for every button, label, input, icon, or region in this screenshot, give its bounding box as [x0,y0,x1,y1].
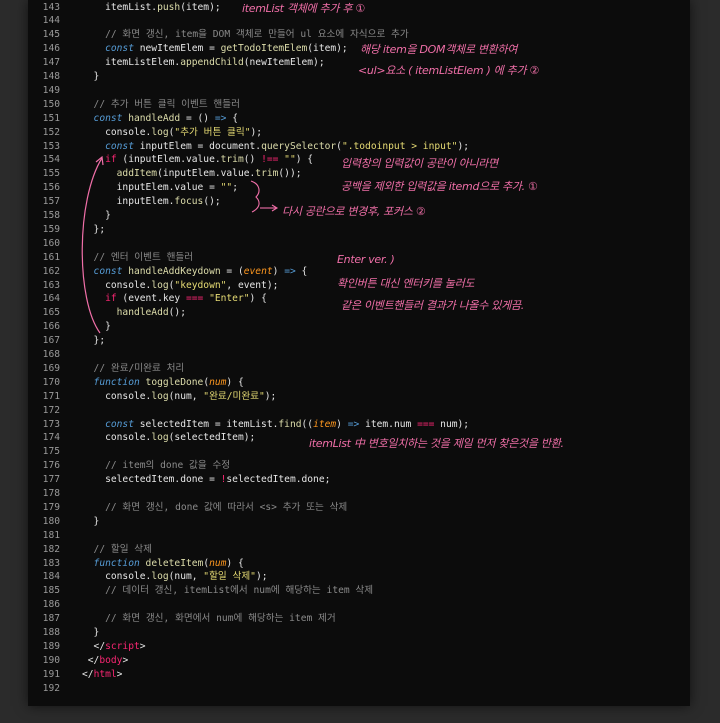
annotation-trim-2: 공백을 제외한 입력값을 itemd으로 추가. ① [341,180,538,193]
annotation-trim-1: 입력창의 입력값이 공란이 아니라면 [341,157,498,170]
annotation-enter-1: Enter ver. ) [337,253,395,266]
annotation-dom-2: <ul>요소 ( itemListElem ) 에 추가 ② [358,64,540,77]
annotation-arrows [81,155,279,334]
annotation-dom-1: 해당 item을 DOM객체로 변환하여 [360,43,518,56]
focus-brace [250,180,260,213]
loop-arrow [81,157,103,334]
annotation-enter-3: 같은 이벤트핸들러 결과가 나올수 있게끔. [341,299,524,312]
annotation-focus: 다시 공란으로 변경후, 포커스 ② [282,205,426,218]
annotation-push: itemList 객체에 추가 후 ① [242,2,365,15]
annotation-enter-2: 확인버튼 대신 엔터키를 눌러도 [337,277,475,290]
loop-arrow-head [95,155,104,166]
annotation-find: itemList 中 변호일치하는 것을 제일 먼저 찾은것을 반환. [309,437,564,450]
code-editor: 143 itemList.push(item); 144 145 // 화면 갱신,… [28,0,690,706]
